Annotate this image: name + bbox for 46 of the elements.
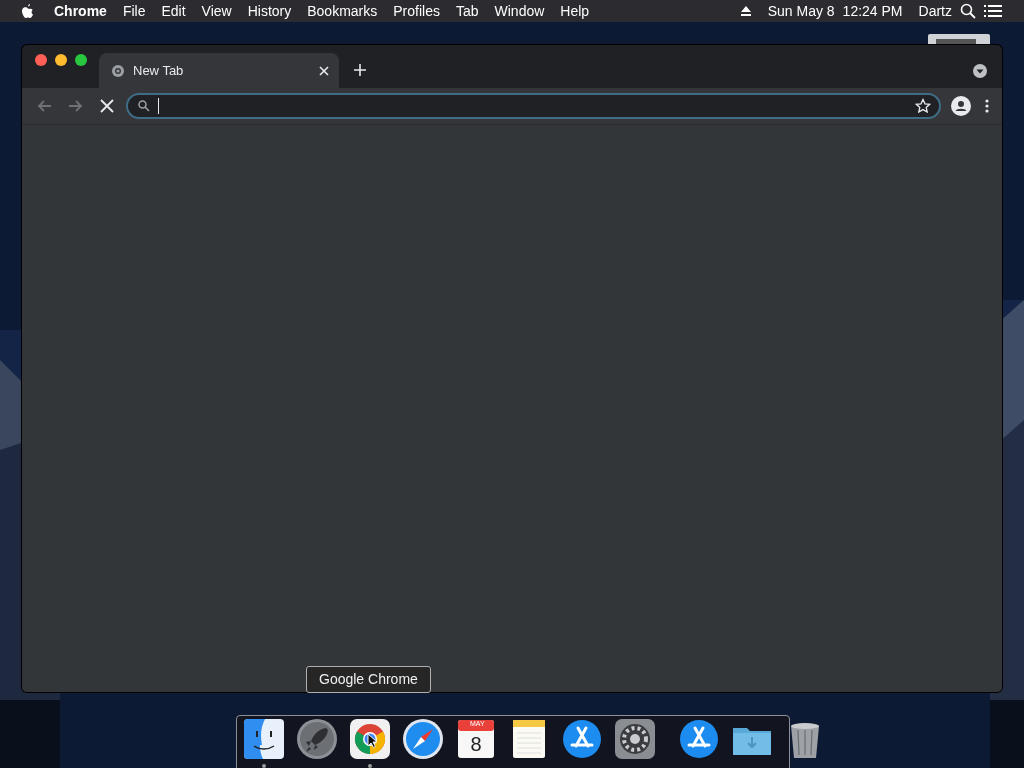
compass-icon[interactable] (402, 718, 444, 760)
star-icon[interactable] (915, 98, 931, 114)
back-icon[interactable] (36, 98, 52, 114)
close-icon[interactable] (319, 65, 329, 76)
search-icon[interactable] (960, 3, 976, 19)
running-indicator (262, 764, 266, 768)
menu-item[interactable]: Window (486, 3, 553, 19)
new-tab-icon[interactable] (353, 63, 367, 77)
apple-icon[interactable] (20, 3, 34, 19)
gear-icon[interactable] (614, 718, 656, 760)
running-indicator (368, 764, 372, 768)
browser-tab[interactable]: New Tab (99, 53, 339, 88)
tab-title: New Tab (133, 63, 185, 78)
more-icon[interactable] (985, 99, 989, 113)
date-text[interactable]: Sun May 8 (759, 3, 843, 19)
day-label: 8 (470, 733, 482, 755)
menu-item[interactable]: History (239, 3, 300, 19)
menu-item[interactable]: Profiles (385, 3, 448, 19)
finder-icon[interactable] (243, 718, 285, 760)
menu-item[interactable]: File (114, 3, 154, 19)
chrome-icon[interactable] (349, 718, 391, 760)
list-icon[interactable] (984, 4, 1002, 18)
search-icon (138, 100, 150, 112)
tooltip: Google Chrome (306, 666, 431, 693)
rocket-icon[interactable] (296, 718, 338, 760)
zoom-button[interactable] (75, 54, 87, 66)
app-store-icon[interactable] (678, 718, 720, 760)
menu-item[interactable]: Tab (447, 3, 487, 19)
spinner-icon (111, 63, 125, 78)
dropdown-icon[interactable] (972, 63, 988, 79)
address-field[interactable] (126, 93, 941, 119)
app-store-icon[interactable] (561, 718, 603, 760)
minimize-button[interactable] (55, 54, 67, 66)
user-name[interactable]: Dartz (910, 3, 960, 19)
app-menu[interactable]: Chrome (42, 3, 115, 19)
profile-icon[interactable] (951, 96, 971, 116)
menu-item[interactable]: Edit (153, 3, 194, 19)
menu-item[interactable]: View (193, 3, 240, 19)
close-window-button[interactable] (35, 54, 47, 66)
eject-icon[interactable] (739, 5, 752, 17)
forward-icon[interactable] (68, 98, 84, 114)
menu-item[interactable]: Help (552, 3, 598, 19)
calendar-icon[interactable] (455, 718, 497, 760)
clock-text[interactable]: 12:24 PM (842, 3, 911, 19)
stop-icon[interactable] (100, 99, 114, 113)
menu-item[interactable]: Bookmarks (299, 3, 386, 19)
